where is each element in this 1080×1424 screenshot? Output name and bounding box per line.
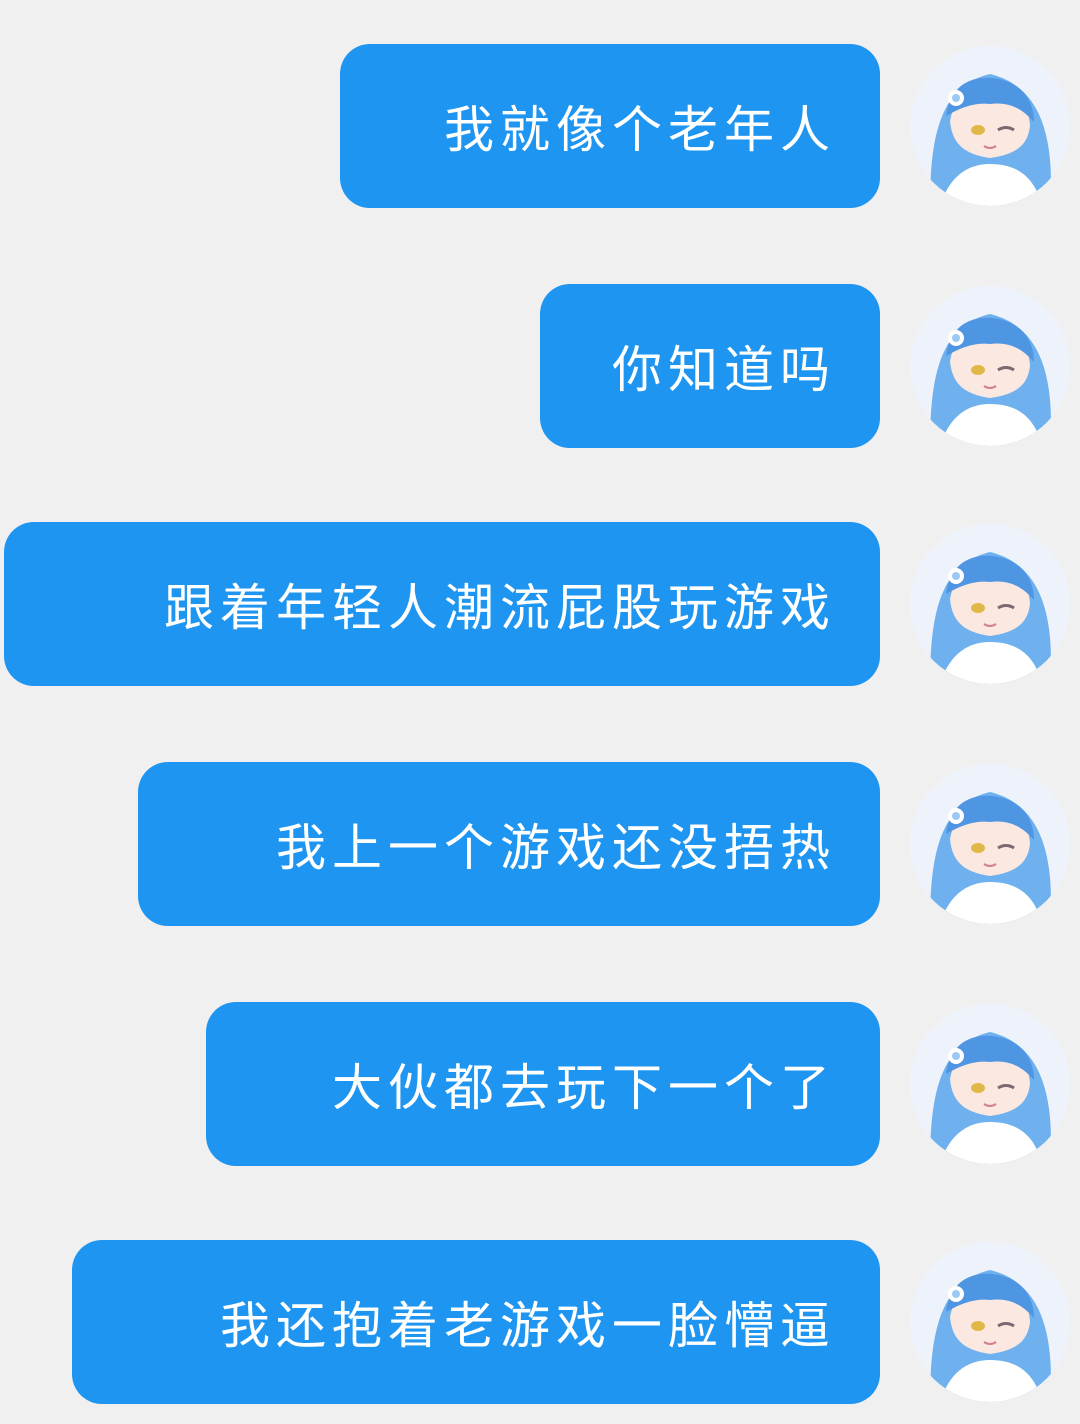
anime-girl-avatar-icon xyxy=(910,764,1070,924)
message-row: 你知道吗 xyxy=(0,284,1080,448)
anime-girl-avatar-icon xyxy=(910,1004,1070,1164)
message-text: 跟着年轻人潮流屁股玩游戏 xyxy=(164,579,836,637)
message-bubble[interactable]: 大伙都去玩下一个了 xyxy=(206,1002,880,1166)
message-text: 大伙都去玩下一个了 xyxy=(332,1059,836,1117)
anime-girl-avatar-icon xyxy=(910,286,1070,446)
message-bubble[interactable]: 我还抱着老游戏一脸懵逼 xyxy=(72,1240,880,1404)
anime-girl-avatar-icon xyxy=(910,524,1070,684)
message-bubble[interactable]: 你知道吗 xyxy=(540,284,880,448)
avatar[interactable] xyxy=(910,1242,1070,1402)
anime-girl-avatar-icon xyxy=(910,46,1070,206)
message-text: 我上一个游戏还没捂热 xyxy=(276,819,836,877)
message-row: 大伙都去玩下一个了 xyxy=(0,1002,1080,1166)
avatar[interactable] xyxy=(910,764,1070,924)
message-row: 跟着年轻人潮流屁股玩游戏 xyxy=(0,522,1080,686)
message-bubble[interactable]: 我就像个老年人 xyxy=(340,44,880,208)
avatar[interactable] xyxy=(910,524,1070,684)
avatar[interactable] xyxy=(910,286,1070,446)
avatar[interactable] xyxy=(910,46,1070,206)
chat-thread: 我就像个老年人 你知道吗 跟着年轻人潮流屁股玩游戏 我上一个游戏还没捂热 大伙都… xyxy=(0,0,1080,1424)
message-row: 我就像个老年人 xyxy=(0,44,1080,208)
message-text: 我还抱着老游戏一脸懵逼 xyxy=(220,1297,836,1355)
message-text: 你知道吗 xyxy=(612,341,836,399)
message-text: 我就像个老年人 xyxy=(444,101,836,159)
message-row: 我上一个游戏还没捂热 xyxy=(0,762,1080,926)
avatar[interactable] xyxy=(910,1004,1070,1164)
anime-girl-avatar-icon xyxy=(910,1242,1070,1402)
message-bubble[interactable]: 我上一个游戏还没捂热 xyxy=(138,762,880,926)
message-bubble[interactable]: 跟着年轻人潮流屁股玩游戏 xyxy=(4,522,880,686)
message-row: 我还抱着老游戏一脸懵逼 xyxy=(0,1240,1080,1404)
